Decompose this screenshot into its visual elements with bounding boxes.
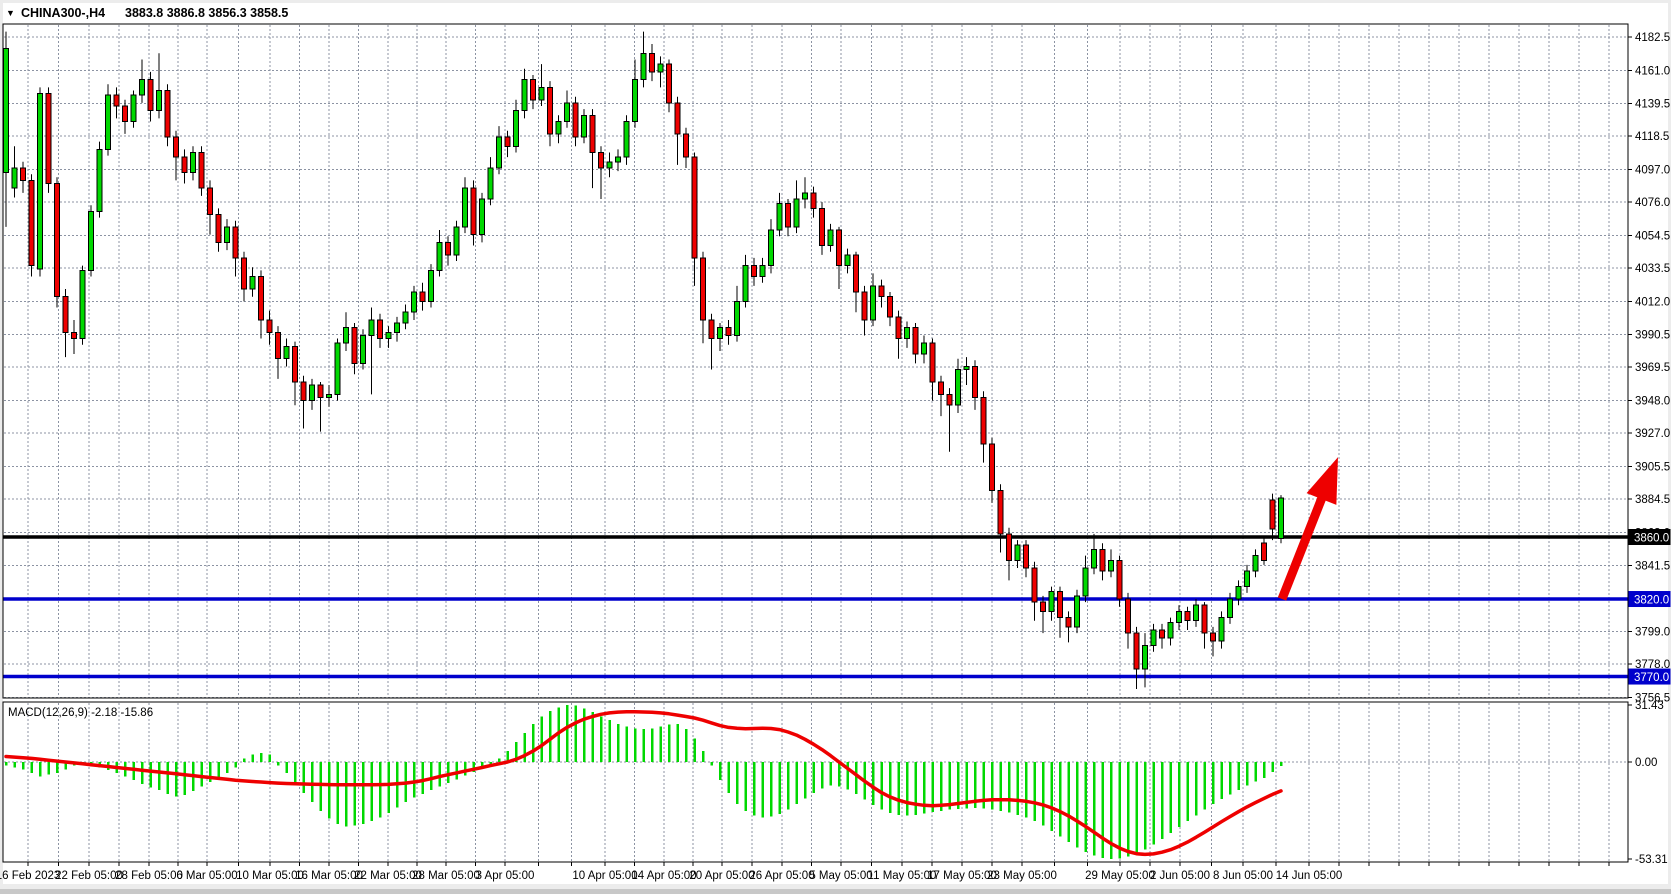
- time-tick-label: 28 Mar 05:00: [412, 870, 480, 882]
- macd-tick-label: 0.00: [1635, 757, 1657, 769]
- price-tick-label: 4139.5: [1635, 99, 1670, 111]
- candle: [38, 87, 43, 276]
- time-tick-label: 8 Jun 05:00: [1213, 870, 1273, 882]
- candle: [55, 177, 60, 307]
- candle: [429, 264, 434, 307]
- candle: [29, 174, 34, 276]
- price-tick-label: 3990.5: [1635, 330, 1670, 342]
- price-tick-label: 3927.0: [1635, 428, 1670, 440]
- time-tick-label: 22 Feb 05:00: [55, 870, 123, 882]
- candle: [199, 146, 204, 196]
- time-tick-label: 11 May 05:00: [868, 870, 937, 882]
- symbol-period-label: CHINA300-,H4: [21, 6, 105, 20]
- price-tick-label: 4182.5: [1635, 32, 1670, 44]
- time-tick-label: 10 Apr 05:00: [572, 870, 637, 882]
- price-tick-label: 4012.0: [1635, 296, 1670, 308]
- symbol-dropdown-icon[interactable]: ▼: [6, 8, 15, 18]
- level-price-text: 3860.0: [1634, 533, 1669, 545]
- candle: [46, 87, 51, 192]
- time-tick-label: 6 Mar 05:00: [176, 870, 237, 882]
- price-tick-label: 3799.0: [1635, 627, 1670, 639]
- time-tick-label: 14 Jun 05:00: [1276, 870, 1343, 882]
- candle: [80, 266, 85, 345]
- macd-tick-label: 31.43: [1635, 700, 1664, 712]
- time-tick-label: 16 Mar 05:00: [295, 870, 363, 882]
- time-tick-label: 5 May 05:00: [809, 870, 872, 882]
- time-tick-label: 28 Feb 05:00: [115, 870, 183, 882]
- price-tick-label: 4097.0: [1635, 165, 1670, 177]
- macd-tick-label: -53.31: [1635, 854, 1668, 866]
- level-price-text: 3770.0: [1634, 672, 1669, 684]
- price-tick-label: 4118.5: [1635, 131, 1669, 143]
- price-tick-label: 4076.0: [1635, 197, 1670, 209]
- price-tick-label: 4033.5: [1635, 263, 1670, 275]
- candle: [1279, 495, 1284, 543]
- time-tick-label: 29 May 05:00: [1085, 870, 1155, 882]
- chart-canvas: 4182.5 4161.0 4139.5 4118.5 4097.0 4076.0 4054…: [0, 0, 1671, 889]
- candle: [454, 221, 459, 261]
- price-tick-label: 3948.0: [1635, 396, 1670, 408]
- price-tick-label: 4161.0: [1635, 65, 1670, 77]
- ohlc-readout: 3883.8 3886.8 3856.3 3858.5: [125, 6, 288, 20]
- time-tick-label: 23 May 05:00: [987, 870, 1057, 882]
- candle: [1075, 590, 1080, 633]
- candle: [1117, 556, 1122, 607]
- trading-chart: 4182.5 4161.0 4139.5 4118.5 4097.0 4076.0 4054…: [0, 0, 1671, 889]
- time-tick-label: 26 Apr 05:00: [749, 870, 814, 882]
- candle: [480, 193, 485, 243]
- time-tick-label: 20 Apr 05:00: [689, 870, 754, 882]
- price-tick-label: 3841.5: [1635, 561, 1670, 573]
- price-tick-label: 4054.5: [1635, 230, 1670, 242]
- time-tick-label: 16 Feb 2023: [0, 870, 60, 882]
- candle: [89, 205, 94, 276]
- price-tick-label: 3884.5: [1635, 494, 1670, 506]
- candle: [165, 84, 170, 146]
- candle: [106, 84, 111, 155]
- price-tick-label: 3905.5: [1635, 461, 1670, 473]
- chart-window: 4182.5 4161.0 4139.5 4118.5 4097.0 4076.0 4054…: [0, 0, 1671, 889]
- time-tick-label: 14 Apr 05:00: [631, 870, 696, 882]
- candle: [361, 329, 366, 369]
- time-tick-label: 2 Jun 05:00: [1150, 870, 1210, 882]
- candle: [335, 339, 340, 401]
- time-tick-label: 10 Mar 05:00: [236, 870, 304, 882]
- price-tick-label: 3969.5: [1635, 362, 1670, 374]
- level-price-text: 3820.0: [1634, 595, 1669, 607]
- candle: [97, 142, 102, 218]
- candle: [624, 115, 629, 165]
- macd-indicator-label: MACD(12,26,9) -2.18 -15.86: [8, 707, 153, 719]
- time-tick-label: 3 Apr 05:00: [476, 870, 535, 882]
